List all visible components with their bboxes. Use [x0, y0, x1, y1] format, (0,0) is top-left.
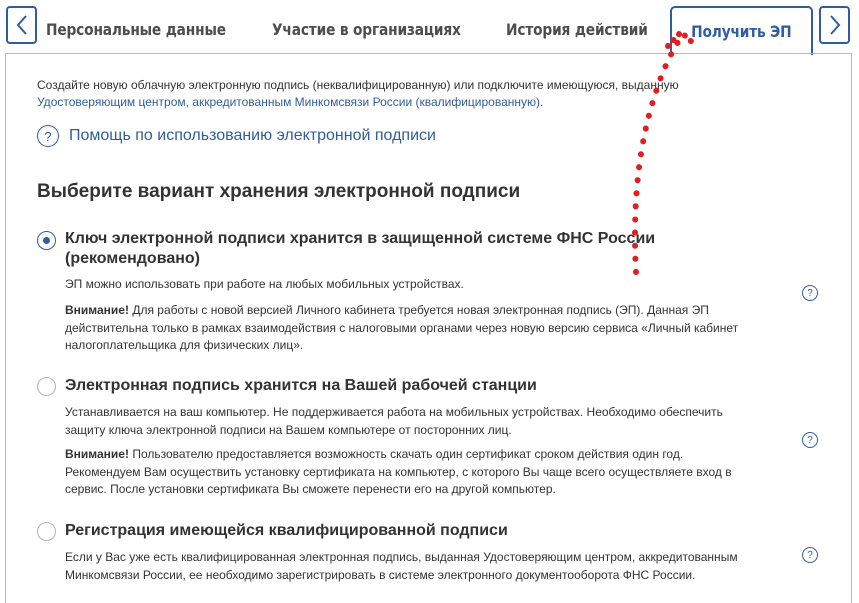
question-circle-icon[interactable]: ? — [802, 432, 818, 448]
description-line: Устанавливается на ваш компьютер. Не под… — [65, 405, 723, 419]
tab-action-history[interactable]: История действий — [506, 2, 648, 56]
option-title: Электронная подпись хранится на Вашей ра… — [65, 377, 537, 394]
radio-workstation-storage[interactable] — [37, 377, 56, 396]
option-title-line: Ключ электронной подписи хранится в защи… — [65, 230, 656, 247]
warning-text: Пользователю предоставляется возможность… — [128, 447, 684, 461]
warning-text: сервис. После установки сертификата Вы с… — [65, 482, 556, 496]
section-title: Выберите вариант хранения электронной по… — [37, 181, 521, 202]
warning-text: Рекомендуем Вам осуществить установку се… — [65, 464, 732, 479]
option-description: Устанавливается на ваш компьютер. Не под… — [65, 404, 795, 439]
warning-label: Внимание! — [65, 447, 129, 461]
warning-text: Для работы с новой версией Личного кабин… — [128, 303, 709, 317]
help-link[interactable]: Помощь по использованию электронной подп… — [69, 127, 436, 145]
option-title: Регистрация имеющейся квалифицированной … — [65, 522, 508, 539]
warning-text: действительна только в рамках взаимодейс… — [65, 320, 739, 335]
tabs-scroll-left-button[interactable] — [6, 6, 37, 44]
certified-center-link[interactable]: Удостоверяющим центром, аккредитованным … — [37, 94, 777, 111]
tab-organizations[interactable]: Участие в организациях — [272, 2, 461, 56]
option-description: ЭП можно использовать при работе на любы… — [65, 277, 464, 291]
option-title: Ключ электронной подписи хранится в защи… — [65, 229, 655, 269]
storage-option-fns: Ключ электронной подписи хранится в защи… — [37, 229, 797, 359]
warning-text: налогоплательщика для физических лиц». — [65, 338, 304, 352]
question-circle-icon: ? — [37, 125, 59, 147]
description-line: защиту ключа электронной подписи на Ваше… — [65, 422, 512, 437]
question-circle-icon[interactable]: ? — [802, 547, 818, 563]
option-title-line: (рекомендовано) — [65, 250, 200, 267]
option-description: Если у Вас уже есть квалифицированная эл… — [65, 549, 795, 584]
tabs-scroll-right-button[interactable] — [819, 6, 850, 44]
description-line: Минкомсвязи России, ее необходимо зареги… — [65, 567, 696, 582]
option-warning: Внимание! Для работы с новой версией Лич… — [65, 302, 795, 355]
radio-fns-storage[interactable] — [37, 231, 56, 250]
warning-label: Внимание! — [65, 303, 129, 317]
radio-qualified-registration[interactable] — [37, 522, 56, 541]
storage-option-qualified: Регистрация имеющейся квалифицированной … — [37, 522, 797, 592]
chevron-right-icon — [829, 15, 840, 35]
description-line: Если у Вас уже есть квалифицированная эл… — [65, 550, 738, 564]
intro-line: Создайте новую облачную электронную подп… — [37, 78, 679, 92]
tab-get-signature-label: Получить ЭП — [691, 22, 792, 41]
tab-bar: Персональные данные Участие в организаци… — [0, 0, 859, 56]
help-link-row[interactable]: ? Помощь по использованию электронной по… — [37, 125, 436, 147]
option-warning: Внимание! Пользователю предоставляется в… — [65, 446, 795, 499]
tab-get-signature[interactable]: Получить ЭП — [670, 6, 813, 55]
tab-personal-data[interactable]: Персональные данные — [46, 2, 226, 56]
question-circle-icon[interactable]: ? — [802, 285, 818, 301]
storage-option-workstation: Электронная подпись хранится на Вашей ра… — [37, 377, 797, 507]
intro-text: Создайте новую облачную электронную подп… — [37, 77, 777, 111]
chevron-left-icon — [16, 15, 27, 35]
